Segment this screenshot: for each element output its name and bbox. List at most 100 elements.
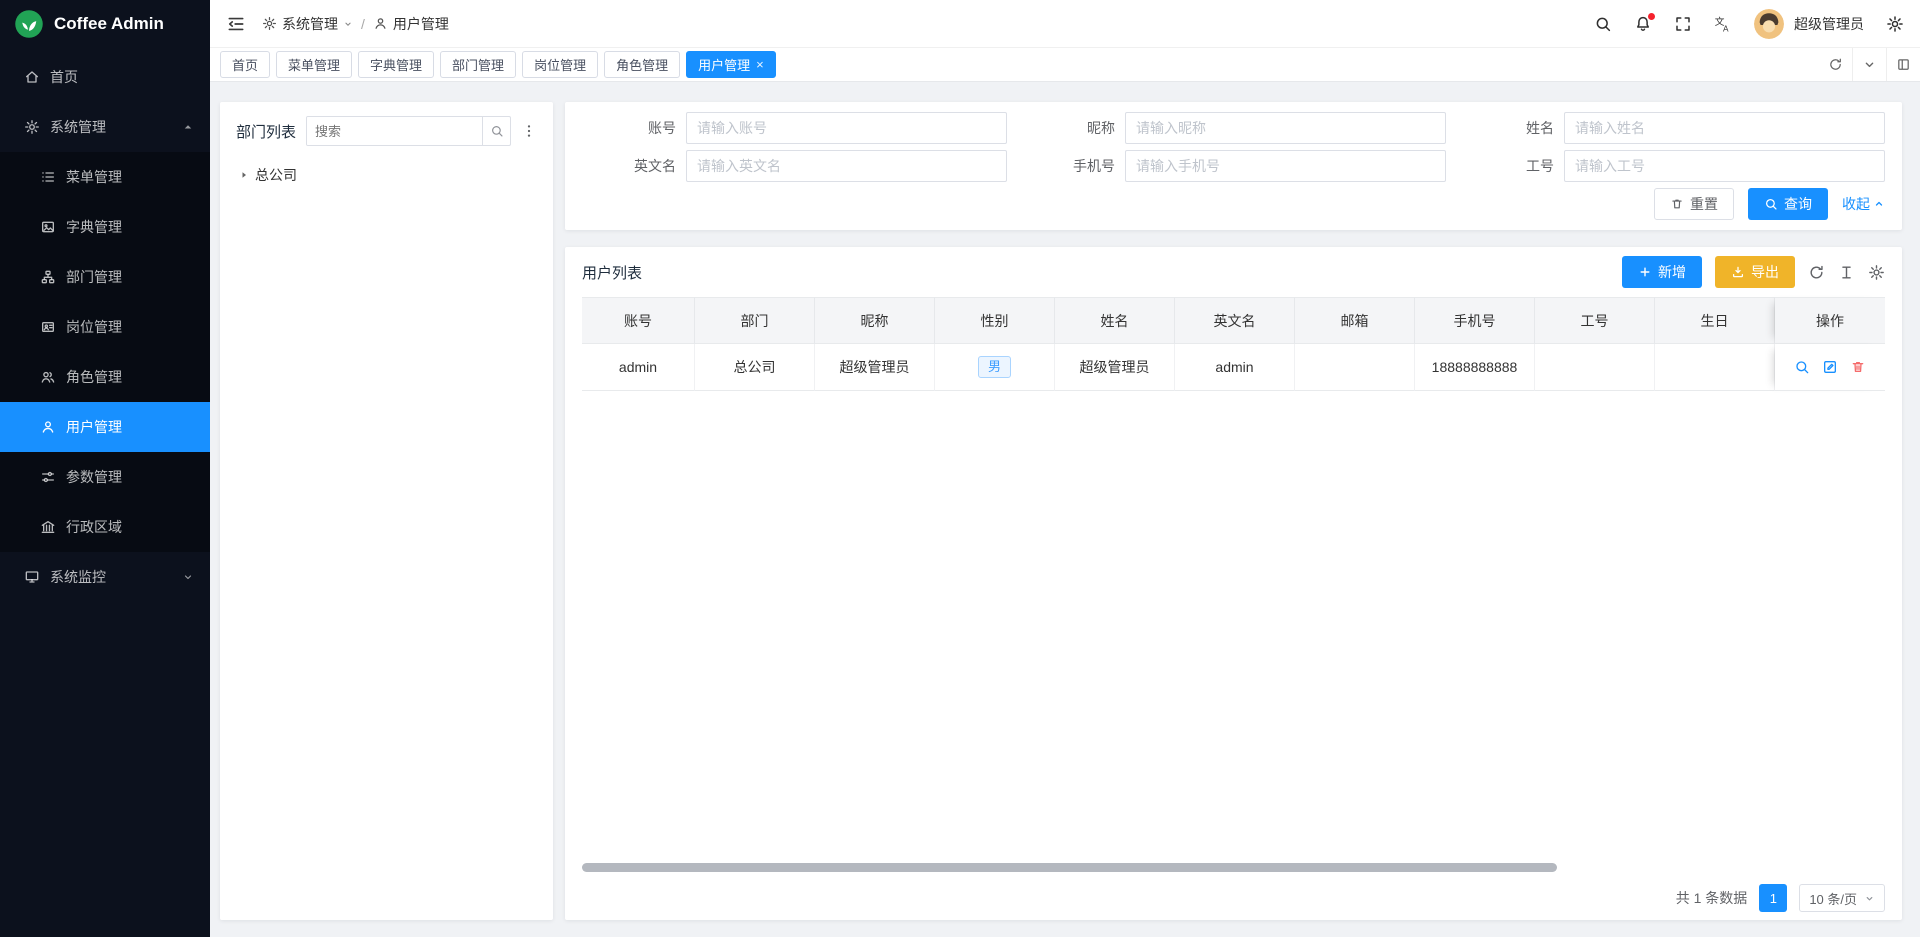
layout-icon[interactable] xyxy=(1886,48,1920,81)
tab-dict-management[interactable]: 字典管理 xyxy=(358,51,434,78)
name-input[interactable] xyxy=(1564,112,1885,144)
table-header-row: 账号 部门 昵称 性别 姓名 英文名 邮箱 手机号 工号 生日 操作 xyxy=(582,297,1885,344)
sidebar-item-label: 参数管理 xyxy=(66,467,122,487)
sidebar-item-system-management[interactable]: 系统管理 xyxy=(0,102,210,152)
gear-icon[interactable] xyxy=(1886,15,1904,33)
department-search-input[interactable] xyxy=(307,117,482,145)
sidebar-collapse-button[interactable] xyxy=(226,14,246,34)
sidebar-item-dict-management[interactable]: 字典管理 xyxy=(0,202,210,252)
notification-bell-icon[interactable] xyxy=(1634,15,1652,33)
app-logo[interactable]: Coffee Admin xyxy=(0,0,210,48)
phone-input[interactable] xyxy=(1125,150,1446,182)
column-header: 工号 xyxy=(1535,297,1655,344)
sliders-icon xyxy=(40,469,56,485)
sidebar-item-user-management[interactable]: 用户管理 xyxy=(0,402,210,452)
search-icon xyxy=(1764,197,1778,211)
breadcrumb-page-label: 用户管理 xyxy=(393,14,449,34)
english-name-input[interactable] xyxy=(686,150,1007,182)
cell-department: 总公司 xyxy=(695,344,815,391)
name-label: 姓名 xyxy=(1460,118,1564,138)
refresh-icon[interactable] xyxy=(1808,264,1825,281)
job-number-input[interactable] xyxy=(1564,150,1885,182)
account-label: 账号 xyxy=(582,118,686,138)
gear-icon xyxy=(24,119,40,135)
scrollbar-thumb[interactable] xyxy=(582,863,1557,872)
tab-menu-management[interactable]: 菜单管理 xyxy=(276,51,352,78)
sidebar-item-label: 角色管理 xyxy=(66,367,122,387)
collapse-toggle[interactable]: 收起 xyxy=(1842,194,1885,214)
horizontal-scrollbar[interactable] xyxy=(582,863,1885,872)
id-badge-icon xyxy=(40,319,56,335)
close-icon[interactable]: × xyxy=(756,58,764,71)
sidebar-item-dept-management[interactable]: 部门管理 xyxy=(0,252,210,302)
cell-email xyxy=(1295,344,1415,391)
sidebar-item-menu-management[interactable]: 菜单管理 xyxy=(0,152,210,202)
tab-role-management[interactable]: 角色管理 xyxy=(604,51,680,78)
sidebar-submenu-system: 菜单管理 字典管理 部门管理 岗位管理 角色管理 xyxy=(0,152,210,552)
nickname-input[interactable] xyxy=(1125,112,1446,144)
sidebar-item-label: 岗位管理 xyxy=(66,317,122,337)
pagination-bar: 共 1 条数据 1 10 条/页 xyxy=(582,876,1885,920)
sidebar-item-home[interactable]: 首页 xyxy=(0,52,210,102)
reset-button[interactable]: 重置 xyxy=(1654,188,1734,220)
page-size-select[interactable]: 10 条/页 xyxy=(1799,884,1885,912)
main-area: 系统管理 / 用户管理 文A 超级管理员 xyxy=(210,0,1920,937)
tree-node-head-office[interactable]: 总公司 xyxy=(236,160,537,190)
more-options-icon[interactable] xyxy=(521,123,537,139)
account-input[interactable] xyxy=(686,112,1007,144)
chevron-down-icon xyxy=(182,571,194,583)
column-header: 生日 xyxy=(1655,297,1775,344)
sidebar-item-region-management[interactable]: 行政区域 xyxy=(0,502,210,552)
delete-icon[interactable] xyxy=(1850,359,1866,375)
content-area: 部门列表 总公司 xyxy=(210,82,1920,937)
phone-label: 手机号 xyxy=(1021,156,1125,176)
export-button[interactable]: 导出 xyxy=(1715,256,1795,288)
fullscreen-icon[interactable] xyxy=(1674,15,1692,33)
tab-post-management[interactable]: 岗位管理 xyxy=(522,51,598,78)
current-user-name[interactable]: 超级管理员 xyxy=(1794,14,1864,34)
sidebar-item-param-management[interactable]: 参数管理 xyxy=(0,452,210,502)
sidebar-item-label: 用户管理 xyxy=(66,417,122,437)
gear-icon[interactable] xyxy=(1868,264,1885,281)
tab-home[interactable]: 首页 xyxy=(220,51,270,78)
tree-node-label: 总公司 xyxy=(255,165,297,185)
column-settings-icon[interactable] xyxy=(1838,264,1855,281)
caret-up-icon xyxy=(182,121,194,133)
cell-english-name: admin xyxy=(1175,344,1295,391)
refresh-icon[interactable] xyxy=(1818,48,1852,81)
home-icon xyxy=(24,69,40,85)
sidebar-item-post-management[interactable]: 岗位管理 xyxy=(0,302,210,352)
edit-icon[interactable] xyxy=(1822,359,1838,375)
sidebar-item-role-management[interactable]: 角色管理 xyxy=(0,352,210,402)
sidebar-item-label: 系统监控 xyxy=(50,567,106,587)
download-icon xyxy=(1731,265,1745,279)
app-root: Coffee Admin 首页 系统管理 菜单管理 字典管理 xyxy=(0,0,1920,937)
breadcrumb-section[interactable]: 系统管理 xyxy=(262,14,353,34)
sidebar: Coffee Admin 首页 系统管理 菜单管理 字典管理 xyxy=(0,0,210,937)
column-header-actions: 操作 xyxy=(1775,297,1885,344)
caret-right-icon[interactable] xyxy=(238,169,250,181)
tab-dept-management[interactable]: 部门管理 xyxy=(440,51,516,78)
sidebar-item-system-monitor[interactable]: 系统监控 xyxy=(0,552,210,602)
user-avatar[interactable] xyxy=(1754,9,1784,39)
building-icon xyxy=(40,519,56,535)
search-icon[interactable] xyxy=(1594,15,1612,33)
search-icon[interactable] xyxy=(482,117,510,145)
add-user-button[interactable]: 新增 xyxy=(1622,256,1702,288)
sidebar-item-label: 系统管理 xyxy=(50,117,106,137)
english-name-label: 英文名 xyxy=(582,156,686,176)
user-table: 账号 部门 昵称 性别 姓名 英文名 邮箱 手机号 工号 生日 操作 xyxy=(582,297,1885,876)
view-icon[interactable] xyxy=(1794,359,1810,375)
translate-icon[interactable]: 文A xyxy=(1714,15,1732,33)
clear-icon xyxy=(1670,197,1684,211)
breadcrumb: 系统管理 / 用户管理 xyxy=(262,14,449,34)
chevron-down-icon xyxy=(343,19,353,29)
tab-user-management[interactable]: 用户管理 × xyxy=(686,51,776,78)
sidebar-menu: 首页 系统管理 菜单管理 字典管理 部门管理 xyxy=(0,48,210,937)
breadcrumb-separator: / xyxy=(361,16,365,32)
page-number-button[interactable]: 1 xyxy=(1759,884,1787,912)
chevron-down-icon[interactable] xyxy=(1852,48,1886,81)
column-header: 昵称 xyxy=(815,297,935,344)
tab-bar: 首页 菜单管理 字典管理 部门管理 岗位管理 角色管理 用户管理 × xyxy=(210,48,1920,82)
query-button[interactable]: 查询 xyxy=(1748,188,1828,220)
